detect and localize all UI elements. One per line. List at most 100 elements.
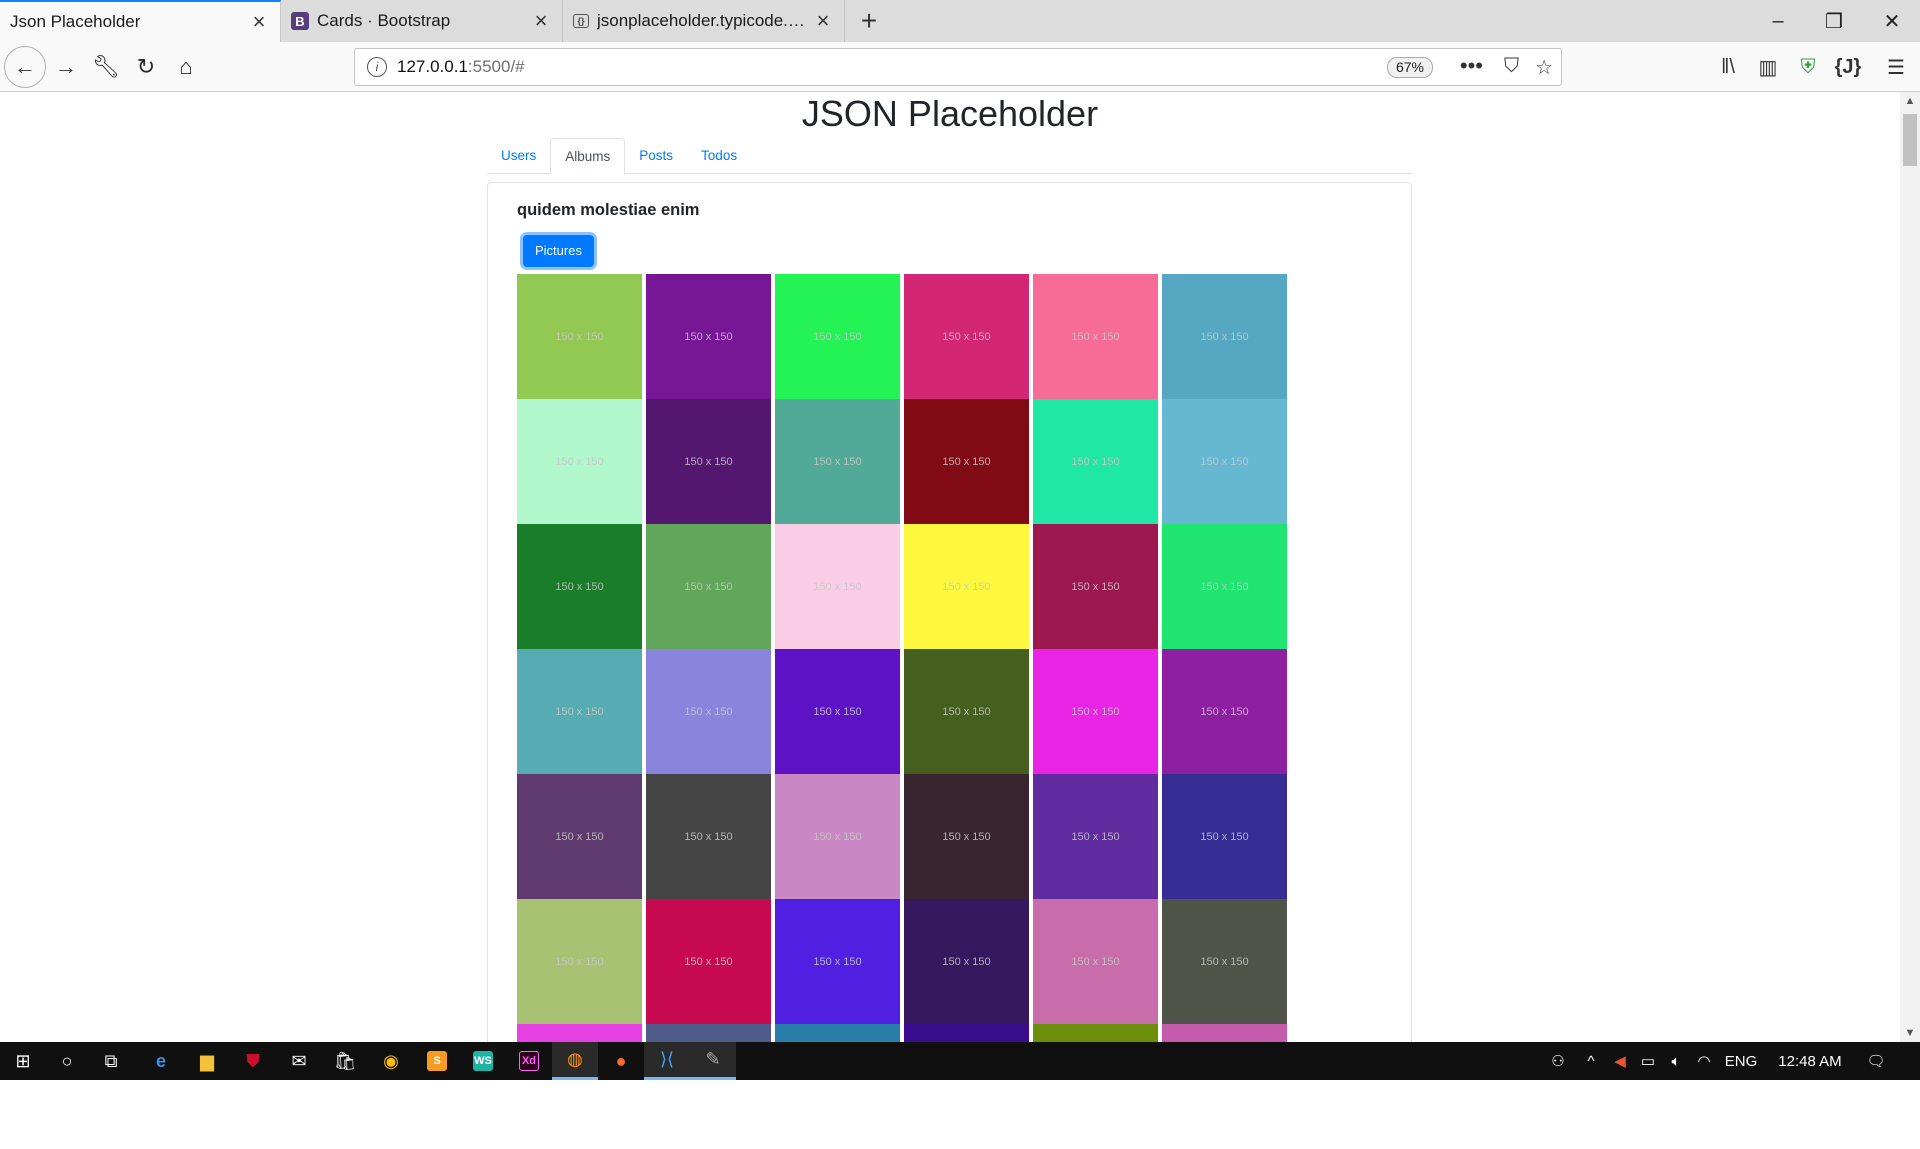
library-icon[interactable]: ‖\ bbox=[1710, 49, 1746, 85]
album-thumbnail[interactable]: 150 x 150 bbox=[646, 274, 771, 399]
info-icon[interactable]: i bbox=[367, 57, 387, 77]
file-explorer-icon[interactable]: ▆ bbox=[184, 1042, 230, 1080]
album-thumbnail[interactable]: 150 x 150 bbox=[1033, 649, 1158, 774]
album-thumbnail[interactable]: 150 x 150 bbox=[1162, 274, 1287, 399]
new-tab-button[interactable]: + bbox=[845, 0, 893, 42]
webstorm-icon[interactable]: WS bbox=[460, 1042, 506, 1080]
album-thumbnail[interactable] bbox=[517, 1024, 642, 1042]
album-thumbnail[interactable]: 150 x 150 bbox=[517, 899, 642, 1024]
album-thumbnail[interactable]: 150 x 150 bbox=[904, 649, 1029, 774]
album-thumbnail[interactable]: 150 x 150 bbox=[775, 899, 900, 1024]
album-thumbnail[interactable]: 150 x 150 bbox=[646, 524, 771, 649]
album-thumbnail[interactable]: 150 x 150 bbox=[517, 274, 642, 399]
album-thumbnail[interactable]: 150 x 150 bbox=[1162, 774, 1287, 899]
pocket-icon[interactable]: ⛉ bbox=[1504, 55, 1519, 78]
url-bar[interactable]: i 127.0.0.1:5500/# 67% ••• ⛉ ☆ bbox=[354, 48, 1562, 86]
close-icon[interactable]: × bbox=[812, 10, 834, 32]
browser-tab-jsonplaceholder[interactable]: {} jsonplaceholder.typicode.com/ × bbox=[563, 0, 845, 42]
forward-arrow-icon[interactable]: → bbox=[48, 49, 84, 85]
album-thumbnail[interactable]: 150 x 150 bbox=[1162, 899, 1287, 1024]
tab-todos[interactable]: Todos bbox=[687, 138, 751, 174]
scroll-up-arrow-icon[interactable]: ▲ bbox=[1900, 92, 1920, 110]
sidebar-icon[interactable]: ▥ bbox=[1750, 49, 1786, 85]
close-icon[interactable]: × bbox=[530, 10, 552, 32]
url-text[interactable]: 127.0.0.1:5500/# bbox=[397, 57, 525, 77]
reload-icon[interactable]: ↻ bbox=[128, 49, 164, 85]
edge-icon[interactable]: e bbox=[138, 1042, 184, 1080]
album-thumbnail[interactable]: 150 x 150 bbox=[1033, 774, 1158, 899]
album-thumbnail[interactable] bbox=[1033, 1024, 1158, 1042]
album-thumbnail[interactable]: 150 x 150 bbox=[517, 649, 642, 774]
home-icon[interactable]: ⌂ bbox=[168, 49, 204, 85]
adobe-xd-icon[interactable]: Xd bbox=[506, 1042, 552, 1080]
tab-albums[interactable]: Albums bbox=[550, 138, 626, 175]
zoom-level-badge[interactable]: 67% bbox=[1386, 57, 1433, 78]
album-thumbnail[interactable]: 150 x 150 bbox=[775, 774, 900, 899]
album-thumbnail[interactable]: 150 x 150 bbox=[1033, 399, 1158, 524]
album-thumbnail[interactable]: 150 x 150 bbox=[517, 399, 642, 524]
album-thumbnail[interactable]: 150 x 150 bbox=[904, 274, 1029, 399]
album-thumbnail[interactable]: 150 x 150 bbox=[775, 274, 900, 399]
back-arrow-icon[interactable]: ← bbox=[4, 46, 46, 88]
store-icon[interactable]: 🛍︎ bbox=[322, 1042, 368, 1080]
shield-icon[interactable]: ⛨ bbox=[1790, 49, 1826, 85]
page-scrollbar[interactable]: ▲ ▼ bbox=[1900, 92, 1920, 1042]
language-indicator[interactable]: ENG bbox=[1718, 1053, 1764, 1070]
album-thumbnail[interactable]: 150 x 150 bbox=[775, 399, 900, 524]
scroll-down-arrow-icon[interactable]: ▼ bbox=[1900, 1024, 1920, 1042]
album-thumbnail[interactable]: 150 x 150 bbox=[646, 399, 771, 524]
windows-start-icon[interactable]: ⊞ bbox=[0, 1042, 46, 1080]
sublime-text-icon[interactable]: S bbox=[414, 1042, 460, 1080]
album-thumbnail[interactable]: 150 x 150 bbox=[1033, 524, 1158, 649]
browser-tab-json-placeholder[interactable]: Json Placeholder × bbox=[0, 0, 281, 42]
mcafee-icon[interactable]: ⛊ bbox=[230, 1042, 276, 1080]
restore-icon[interactable]: ❐ bbox=[1806, 0, 1862, 42]
album-thumbnail[interactable]: 150 x 150 bbox=[904, 899, 1029, 1024]
album-thumbnail[interactable]: 150 x 150 bbox=[775, 524, 900, 649]
album-thumbnail[interactable] bbox=[904, 1024, 1029, 1042]
album-thumbnail[interactable]: 150 x 150 bbox=[1162, 524, 1287, 649]
browser-tab-cards-bootstrap[interactable]: B Cards · Bootstrap × bbox=[281, 0, 563, 42]
firefox-icon[interactable]: ◍ bbox=[552, 1042, 598, 1080]
battery-icon[interactable]: ▭ bbox=[1634, 1052, 1662, 1070]
wrench-icon[interactable]: 🔧︎ bbox=[88, 49, 124, 85]
wifi-icon[interactable]: ◠ bbox=[1690, 1052, 1718, 1070]
album-thumbnail[interactable] bbox=[775, 1024, 900, 1042]
album-thumbnail[interactable] bbox=[646, 1024, 771, 1042]
bookmark-star-icon[interactable]: ☆ bbox=[1535, 55, 1553, 80]
chrome-icon[interactable]: ◉ bbox=[368, 1042, 414, 1080]
vscode-icon[interactable]: ⟩⟨ bbox=[644, 1042, 690, 1080]
minimize-icon[interactable]: – bbox=[1750, 0, 1806, 42]
album-thumbnail[interactable]: 150 x 150 bbox=[1033, 274, 1158, 399]
album-thumbnail[interactable]: 150 x 150 bbox=[517, 774, 642, 899]
speaker-muted-icon[interactable]: 🔈︎ bbox=[1662, 1053, 1690, 1070]
task-view-icon[interactable]: ⧉ bbox=[88, 1042, 134, 1080]
album-thumbnail[interactable]: 150 x 150 bbox=[1033, 899, 1158, 1024]
action-center-icon[interactable]: 🗨︎ bbox=[1856, 1052, 1896, 1070]
close-window-icon[interactable]: ✕ bbox=[1864, 0, 1920, 42]
clock[interactable]: 12:48 AM bbox=[1764, 1053, 1856, 1070]
people-icon[interactable]: ⚇ bbox=[1540, 1052, 1576, 1070]
mail-icon[interactable]: ✉ bbox=[276, 1042, 322, 1080]
album-thumbnail[interactable]: 150 x 150 bbox=[517, 524, 642, 649]
more-actions-icon[interactable]: ••• bbox=[1460, 53, 1483, 79]
gimp-icon[interactable]: ✎ bbox=[690, 1042, 736, 1080]
volume-warning-icon[interactable]: ◀ bbox=[1606, 1052, 1634, 1070]
album-thumbnail[interactable]: 150 x 150 bbox=[775, 649, 900, 774]
album-thumbnail[interactable]: 150 x 150 bbox=[904, 524, 1029, 649]
album-thumbnail[interactable] bbox=[1162, 1024, 1287, 1042]
album-thumbnail[interactable]: 150 x 150 bbox=[646, 899, 771, 1024]
postman-icon[interactable]: ● bbox=[598, 1042, 644, 1080]
album-thumbnail[interactable]: 150 x 150 bbox=[904, 399, 1029, 524]
tab-users[interactable]: Users bbox=[487, 138, 550, 174]
album-thumbnail[interactable]: 150 x 150 bbox=[1162, 649, 1287, 774]
close-icon[interactable]: × bbox=[248, 11, 270, 33]
album-thumbnail[interactable]: 150 x 150 bbox=[1162, 399, 1287, 524]
chevron-up-icon[interactable]: ^ bbox=[1576, 1053, 1606, 1070]
json-viewer-icon[interactable]: {J} bbox=[1830, 49, 1866, 85]
hamburger-menu-icon[interactable]: ☰ bbox=[1878, 49, 1914, 85]
pictures-button[interactable]: Pictures bbox=[523, 235, 594, 267]
album-thumbnail[interactable]: 150 x 150 bbox=[646, 774, 771, 899]
scrollbar-thumb[interactable] bbox=[1903, 114, 1917, 166]
album-thumbnail[interactable]: 150 x 150 bbox=[646, 649, 771, 774]
